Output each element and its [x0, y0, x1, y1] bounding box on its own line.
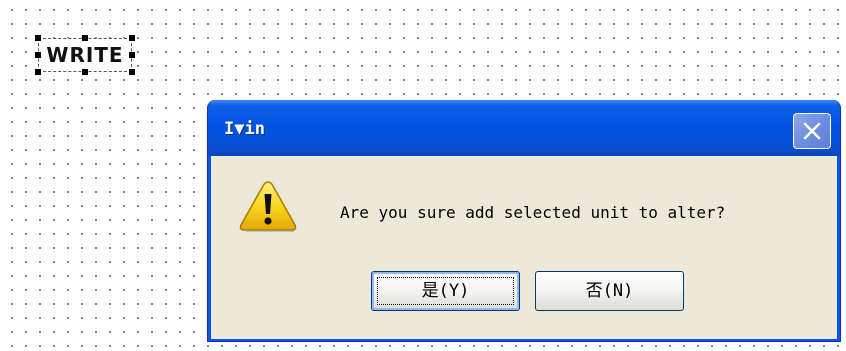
warning-icon: [239, 181, 297, 232]
resize-handle-top[interactable]: [82, 35, 88, 41]
confirm-dialog: I▼in Are you sure add selected unit to a…: [207, 100, 841, 342]
write-control-label: WRITE: [46, 43, 124, 67]
resize-handle-top-right[interactable]: [129, 35, 135, 41]
resize-handle-bottom-right[interactable]: [129, 69, 135, 75]
resize-handle-top-left[interactable]: [35, 35, 41, 41]
no-button-label: 否(N): [585, 281, 634, 301]
resize-handle-left[interactable]: [35, 52, 41, 58]
write-control[interactable]: WRITE: [35, 35, 135, 75]
close-button[interactable]: [793, 113, 831, 149]
dialog-title: I▼in: [224, 119, 265, 139]
designer-canvas[interactable]: { "canvas": { "selected_control_text": "…: [0, 0, 846, 351]
close-icon: [803, 122, 821, 140]
resize-handle-bottom-left[interactable]: [35, 69, 41, 75]
focus-ring: [377, 277, 514, 305]
dialog-titlebar[interactable]: I▼in: [208, 100, 840, 156]
dialog-body: Are you sure add selected unit to alter?…: [211, 156, 837, 339]
dialog-message: Are you sure add selected unit to alter?: [340, 203, 726, 222]
resize-handle-bottom[interactable]: [82, 69, 88, 75]
resize-handle-right[interactable]: [129, 52, 135, 58]
yes-button[interactable]: 是(Y): [371, 271, 520, 311]
no-button[interactable]: 否(N): [535, 271, 684, 311]
